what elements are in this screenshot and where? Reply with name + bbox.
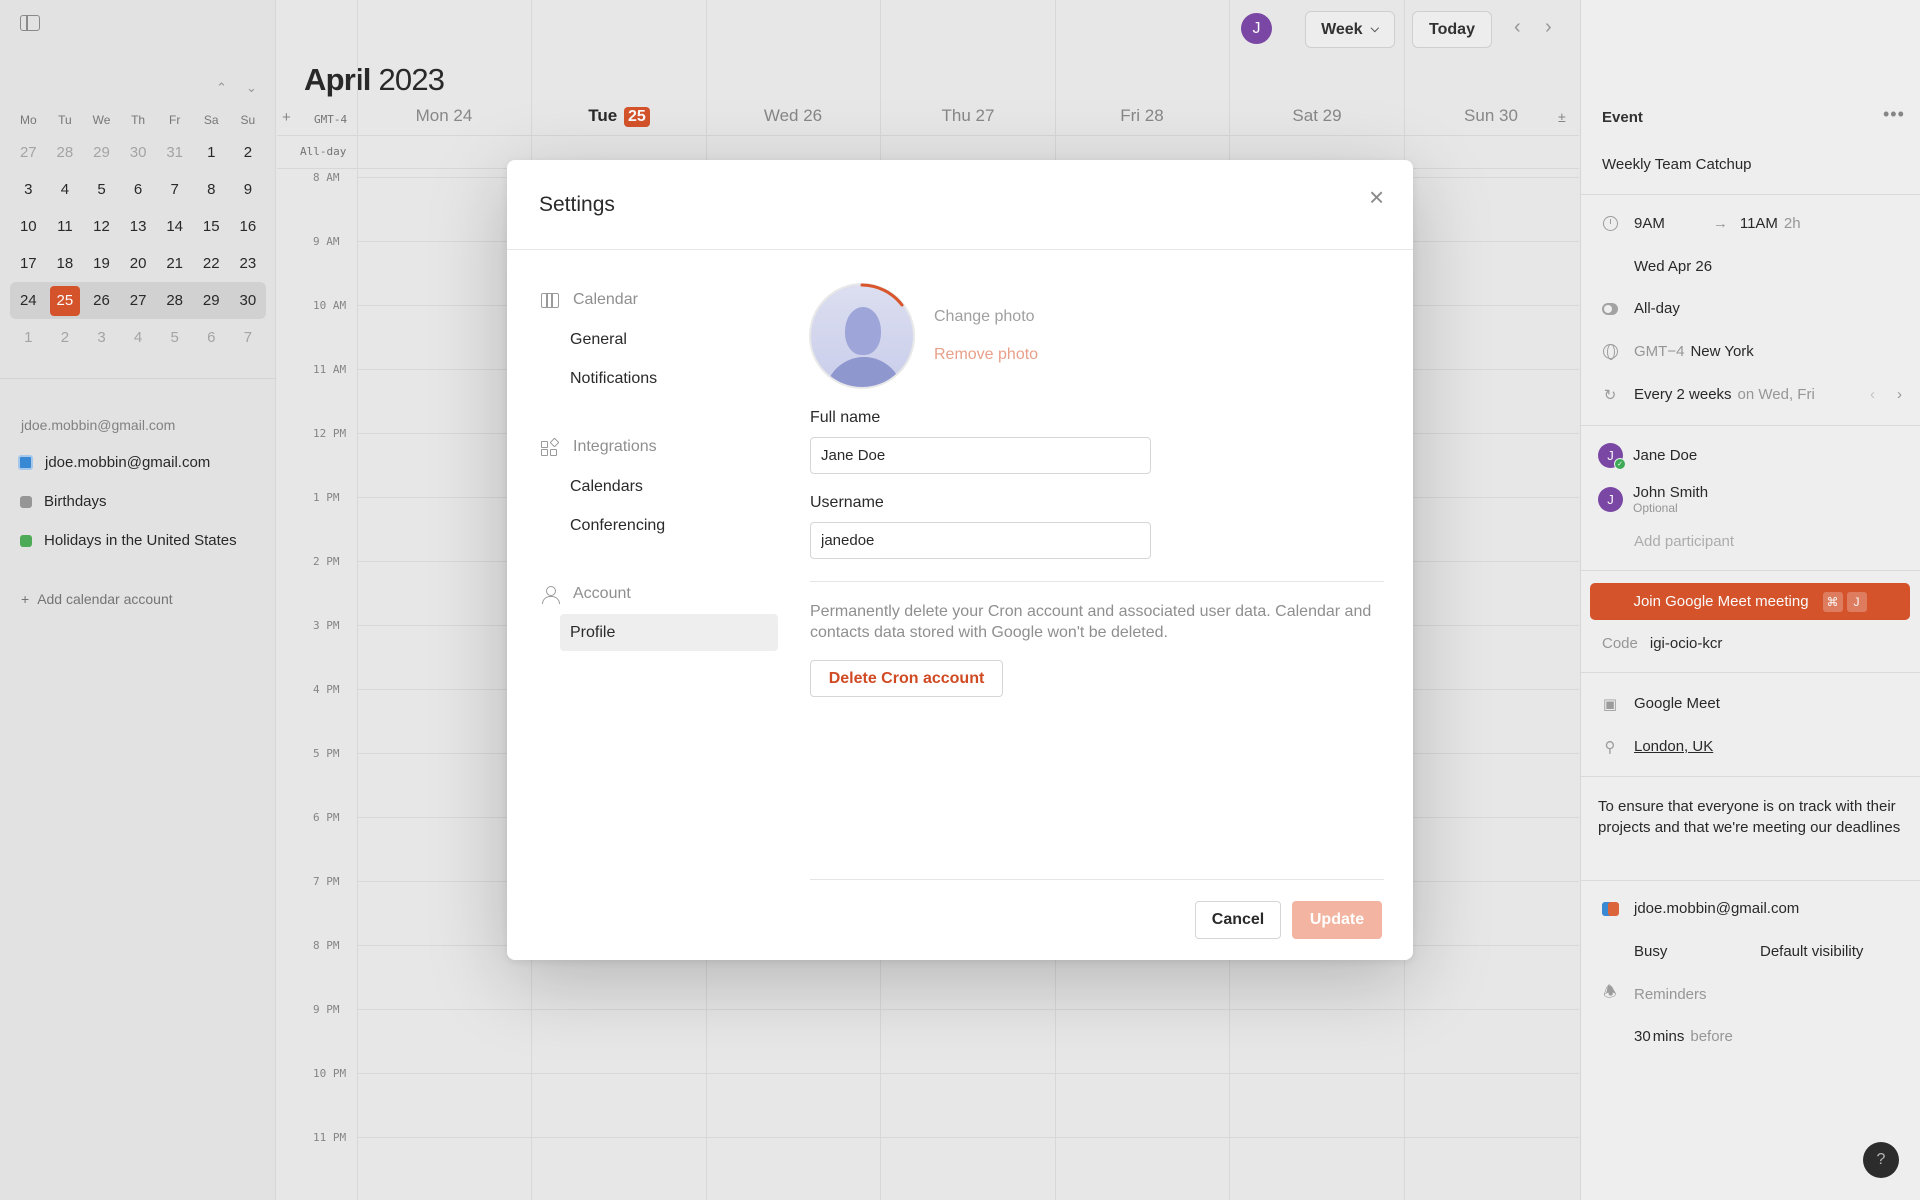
username-field[interactable] (810, 522, 1151, 559)
nav-item-general[interactable]: General (560, 321, 778, 358)
delete-account-button[interactable]: Delete Cron account (810, 660, 1003, 697)
username-label: Username (810, 494, 884, 511)
cancel-button[interactable]: Cancel (1195, 901, 1281, 939)
calendar-icon (541, 292, 559, 308)
nav-item-calendars[interactable]: Calendars (560, 468, 778, 505)
nav-item-conferencing[interactable]: Conferencing (560, 507, 778, 544)
remove-photo-link[interactable]: Remove photo (934, 346, 1038, 364)
update-button[interactable]: Update (1292, 901, 1382, 939)
delete-account-warning: Permanently delete your Cron account and… (810, 603, 1372, 641)
nav-section-calendar: Calendar (541, 291, 638, 309)
full-name-field[interactable] (810, 437, 1151, 474)
nav-section-account: Account (541, 585, 631, 604)
nav-item-profile[interactable]: Profile (560, 614, 778, 651)
modal-divider (507, 249, 1413, 250)
nav-section-integrations: Integrations (541, 437, 657, 456)
close-icon[interactable]: × (1369, 184, 1384, 210)
change-photo-link[interactable]: Change photo (934, 308, 1035, 326)
upload-progress-arc (860, 283, 904, 307)
form-divider (810, 581, 1384, 582)
settings-title: Settings (539, 193, 615, 216)
user-icon (541, 585, 560, 604)
full-name-label: Full name (810, 409, 881, 426)
footer-divider (810, 879, 1384, 880)
nav-section-label: Calendar (573, 291, 638, 308)
integrations-icon (541, 437, 560, 456)
profile-photo[interactable] (809, 283, 915, 389)
settings-modal: Settings × Calendar General Notification… (507, 160, 1413, 960)
nav-section-label: Account (573, 585, 631, 602)
nav-item-notifications[interactable]: Notifications (560, 360, 778, 397)
nav-section-label: Integrations (573, 438, 657, 455)
